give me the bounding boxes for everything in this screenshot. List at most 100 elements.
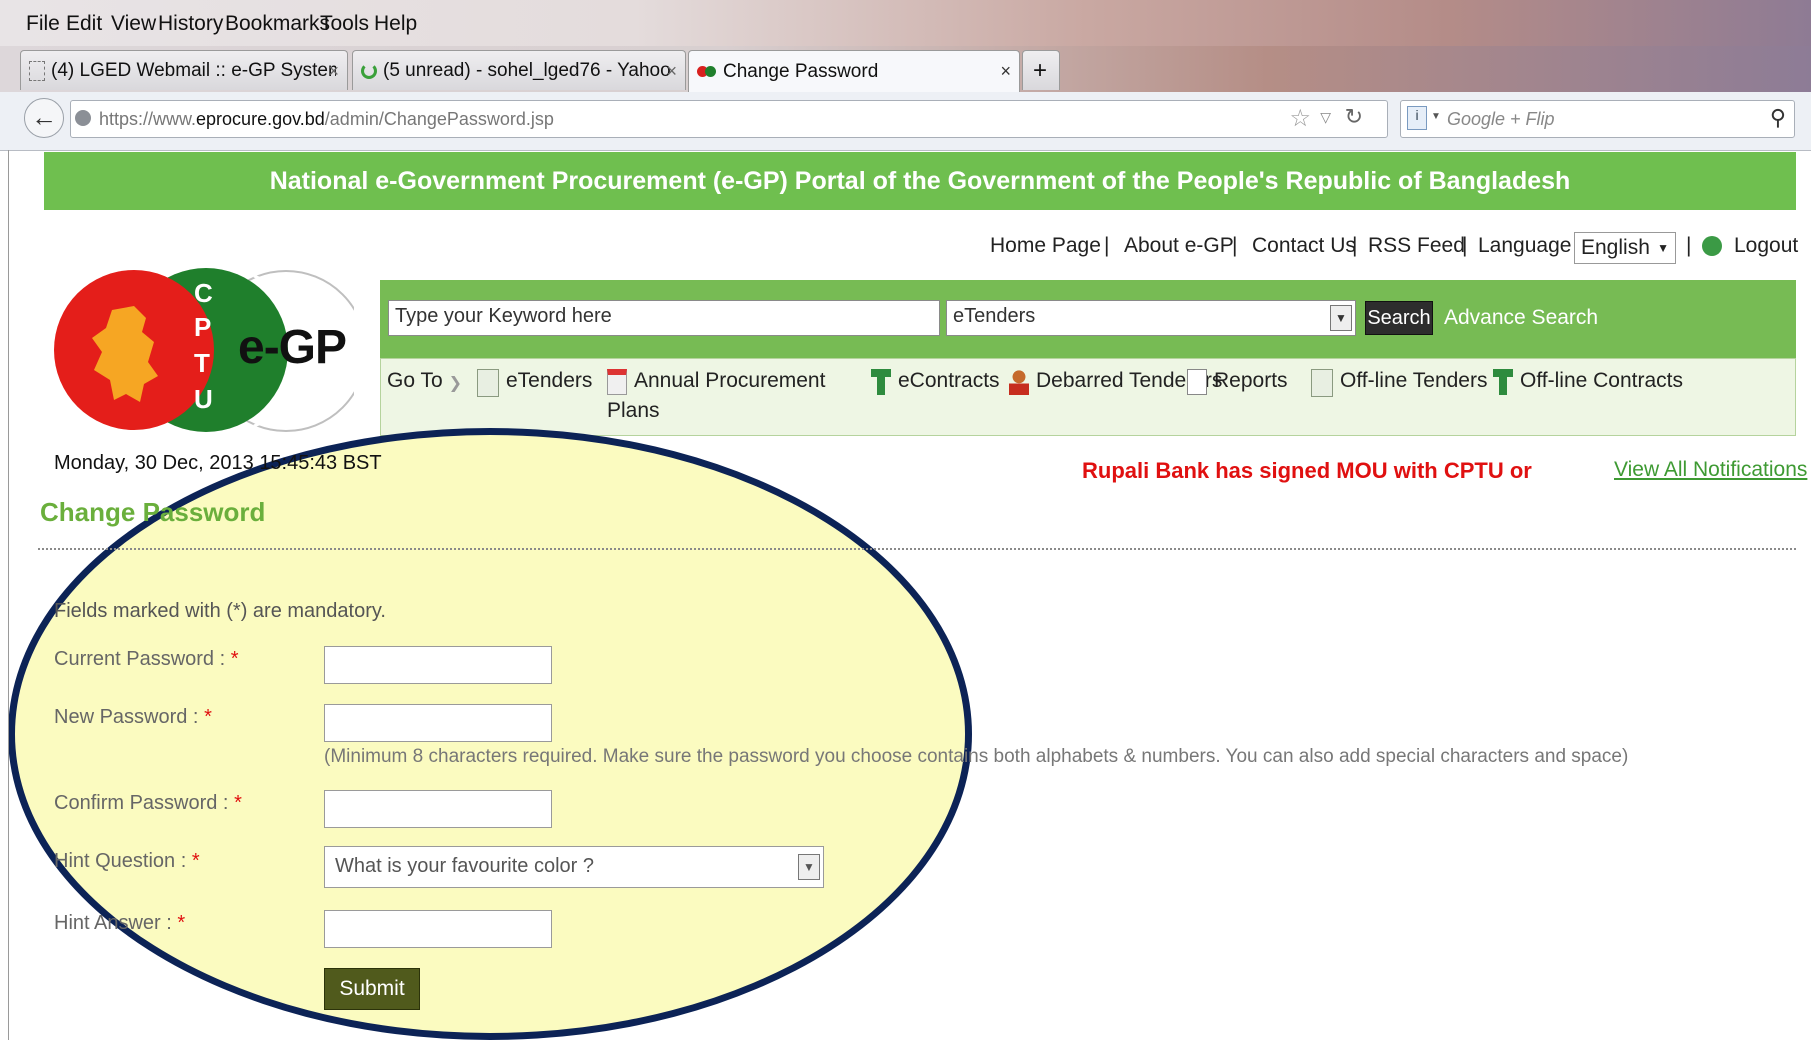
menu-history[interactable]: History: [158, 12, 223, 36]
required-mark: *: [177, 912, 186, 934]
egp-favicon-icon: [697, 65, 717, 79]
label-text: Hint Question :: [54, 850, 187, 872]
tab-change-password[interactable]: Change Password ×: [688, 50, 1020, 92]
nav-label: Off-line Contracts: [1520, 369, 1684, 392]
required-mark: *: [204, 706, 212, 728]
new-password-label: New Password : *: [54, 706, 212, 729]
close-icon[interactable]: ×: [328, 61, 339, 82]
window-edge: [8, 150, 9, 1040]
magnifier-icon[interactable]: ⚲: [1770, 105, 1786, 131]
hint-question-label: Hint Question : *: [54, 850, 200, 873]
page-title: Change Password: [40, 497, 266, 527]
menu-help[interactable]: Help: [374, 12, 417, 36]
required-mark: *: [191, 850, 200, 872]
link-about-egp[interactable]: About e-GP: [1124, 234, 1234, 258]
nav-etenders[interactable]: eTenders: [477, 369, 592, 397]
label-text: Confirm Password :: [54, 792, 229, 814]
menu-edit[interactable]: Edit: [66, 12, 102, 36]
browser-navbar: ← https://www.eprocure.gov.bd/admin/Chan…: [0, 92, 1811, 151]
category-select[interactable]: eTenders ▼: [946, 300, 1356, 336]
menu-file[interactable]: File: [26, 12, 60, 36]
trophy-icon: [871, 369, 891, 395]
portal-banner: National e-Government Procurement (e-GP)…: [44, 152, 1796, 210]
search-bar: Type your Keyword here eTenders ▼ Search…: [380, 280, 1796, 358]
search-button[interactable]: Search: [1365, 301, 1433, 335]
nav-offline-contracts[interactable]: Off-line Contracts: [1493, 369, 1683, 395]
document-icon: [1311, 369, 1333, 397]
nav-label: eTenders: [506, 369, 593, 392]
password-hint: (Minimum 8 characters required. Make sur…: [324, 746, 1629, 767]
category-value: eTenders: [953, 305, 1036, 327]
logout-link[interactable]: Logout: [1702, 234, 1798, 258]
link-separator: |: [1232, 234, 1238, 257]
chevron-down-icon: ▼: [1657, 241, 1669, 255]
goto-text: Go To: [387, 369, 443, 392]
search-placeholder: Google + Flip: [1447, 109, 1555, 129]
cptu-egp-logo[interactable]: C P T U e-GP: [54, 266, 367, 436]
nav-reports[interactable]: Reports: [1187, 369, 1288, 395]
chevron-down-icon: ▼: [798, 854, 820, 880]
tab-yahoo-mail[interactable]: (5 unread) - sohel_lged76 - Yahoo Mail ×: [352, 50, 686, 90]
url-path: /admin/ChangePassword.jsp: [324, 109, 554, 129]
person-icon: [1009, 369, 1029, 395]
chevron-right-icon: ❯: [448, 375, 463, 392]
tab-title: (5 unread) - sohel_lged76 - Yahoo Mail: [383, 59, 673, 81]
bookmark-star-icon[interactable]: ☆: [1289, 104, 1311, 133]
browser-search-box[interactable]: i ▼ Google + Flip ⚲: [1400, 100, 1795, 138]
logout-label: Logout: [1734, 234, 1799, 257]
confirm-password-label: Confirm Password : *: [54, 792, 242, 815]
link-contact-us[interactable]: Contact Us: [1252, 234, 1356, 258]
link-rss-feed[interactable]: RSS Feed: [1368, 234, 1465, 258]
new-tab-button[interactable]: +: [1022, 50, 1060, 90]
logo-egp-text: e-GP: [238, 321, 347, 374]
nav-label: Annual Procurement: [634, 369, 826, 392]
nav-econtracts[interactable]: eContracts: [871, 369, 1000, 395]
keyword-input[interactable]: Type your Keyword here: [388, 300, 940, 336]
tab-title: (4) LGED Webmail :: e-GP System: Yo...: [51, 59, 336, 81]
link-separator: |: [1462, 234, 1468, 257]
close-icon[interactable]: ×: [1000, 61, 1011, 82]
link-separator: |: [1352, 234, 1358, 257]
view-all-notifications-link[interactable]: View All Notifications: [1614, 458, 1807, 482]
menu-tools[interactable]: Tools: [320, 12, 369, 36]
reload-icon[interactable]: ↻: [1345, 104, 1363, 130]
label-text: New Password :: [54, 706, 199, 728]
required-mark: *: [230, 648, 239, 670]
nav-label: eContracts: [898, 369, 1000, 392]
submit-button[interactable]: Submit: [324, 968, 420, 1010]
close-icon[interactable]: ×: [666, 61, 677, 82]
url-domain: eprocure.gov.bd: [196, 109, 325, 129]
browser-menubar: File Edit View History Bookmarks Tools H…: [0, 0, 1811, 46]
hint-question-select[interactable]: What is your favourite color ? ▼: [324, 846, 824, 888]
chevron-down-icon: ▼: [1330, 305, 1352, 331]
menu-bookmarks[interactable]: Bookmarks: [225, 12, 330, 36]
language-select[interactable]: English ▼: [1574, 232, 1676, 264]
hint-answer-label: Hint Answer : *: [54, 912, 185, 935]
confirm-password-input[interactable]: [324, 790, 552, 828]
advance-search-link[interactable]: Advance Search: [1444, 306, 1598, 330]
browser-tabbar: (4) LGED Webmail :: e-GP System: Yo... ×…: [0, 46, 1811, 92]
nav-offline-tenders[interactable]: Off-line Tenders: [1311, 369, 1487, 397]
url-bar[interactable]: https://www.eprocure.gov.bd/admin/Change…: [70, 100, 1388, 138]
news-ticker[interactable]: Rupali Bank has signed MOU with CPTU or: [1082, 458, 1532, 484]
search-engine-dropdown-icon[interactable]: ▼: [1431, 111, 1441, 122]
new-password-input[interactable]: [324, 704, 552, 742]
menu-view[interactable]: View: [111, 12, 156, 36]
goto-label: Go To ❯: [387, 369, 462, 393]
loading-icon: [361, 62, 377, 79]
keyword-placeholder: Type your Keyword here: [395, 305, 612, 327]
nav-label-line2: Plans: [607, 399, 660, 422]
page-icon: [29, 60, 45, 81]
url-text: https://www.eprocure.gov.bd/admin/Change…: [99, 109, 554, 130]
nav-annual-procurement-plans[interactable]: Annual Procurement Plans: [607, 369, 837, 423]
logo-letter-u: U: [194, 384, 213, 414]
hint-answer-input[interactable]: [324, 910, 552, 948]
logo-letter-c: C: [194, 278, 213, 308]
back-button[interactable]: ←: [24, 98, 64, 138]
current-password-input[interactable]: [324, 646, 552, 684]
tab-lged-webmail[interactable]: (4) LGED Webmail :: e-GP System: Yo... ×: [20, 50, 348, 90]
logo-letter-p: P: [194, 312, 212, 342]
current-password-label: Current Password : *: [54, 648, 239, 671]
link-home-page[interactable]: Home Page: [990, 234, 1101, 258]
dropdown-arrow-icon[interactable]: ▽: [1320, 109, 1331, 126]
